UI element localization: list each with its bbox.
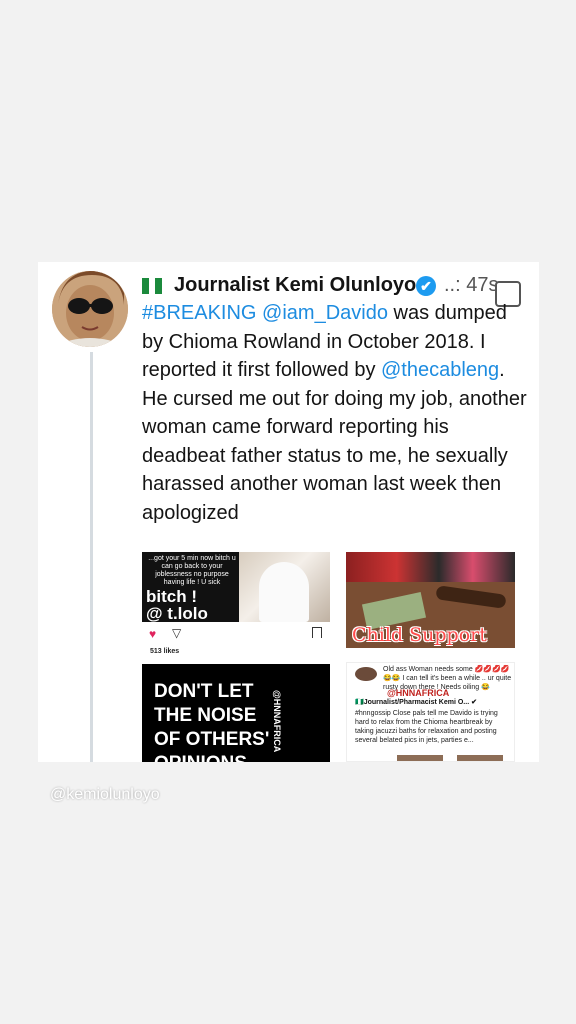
author-name[interactable]: Journalist Kemi Olunloyo (174, 274, 416, 297)
bookmark-icon (312, 627, 322, 638)
tweet-text: #BREAKING @iam_Davido was dumped by Chio… (142, 299, 527, 527)
media-image-3[interactable]: DON'T LET THE NOISE OF OTHERS' OPINIONS … (142, 664, 330, 762)
thread-line (90, 352, 93, 762)
text-segment: . He cursed me out for doing my job, ano… (142, 359, 527, 524)
image3-line3: OF OTHERS' (154, 729, 270, 750)
image1-big-text: bitch ! @ t.lolo (146, 588, 208, 622)
image1-photo (239, 552, 330, 622)
media-image-4[interactable]: Old ass Woman needs some 💋💋💋💋 😂😂 I can t… (346, 662, 515, 762)
nigeria-flag-icon (142, 278, 163, 294)
image1-big-line2: @ t.lolo (146, 604, 208, 622)
tweet-timestamp: ..: 47s (444, 274, 499, 296)
image4-avatar (355, 667, 377, 681)
image4-thumbnail (397, 755, 443, 761)
image4-brand: @HNNAFRICA (387, 688, 450, 698)
image3-text: DON'T LET THE NOISE OF OTHERS' OPINIONS (154, 680, 269, 762)
image3-line4: OPINIONS (154, 752, 269, 762)
mention-davido[interactable]: @iam_Davido (262, 302, 388, 324)
hashtag-breaking[interactable]: #BREAKING (142, 302, 256, 324)
media-image-1[interactable]: ...got your 5 min now bitch u can go bac… (142, 552, 330, 622)
image3-watermark: @HNNAFRICA (272, 690, 282, 753)
verified-icon: ✔ (416, 276, 436, 296)
tweet-card[interactable]: Journalist Kemi Olunloyo ✔ ..: 47s #BREA… (38, 262, 539, 762)
image4-source: 🇳🇬Journalist/Pharmacist Kemi O... ✔ (355, 699, 477, 706)
image3-line2: THE NOISE (154, 705, 257, 726)
image1-small-text: ...got your 5 min now bitch u can go bac… (148, 555, 236, 586)
media-image-2[interactable]: Child Support (346, 552, 515, 648)
image1-action-row: ♥ ▽ 513 likes (142, 624, 330, 660)
mention-thecableng[interactable]: @thecableng (381, 359, 499, 381)
image3-line1: DON'T LET (154, 681, 254, 702)
likes-count: 513 likes (150, 648, 180, 655)
account-handle: @kemiolunloyo (50, 786, 160, 803)
heart-icon: ♥ (149, 627, 157, 641)
image4-body: #hnngossip Close pals tell me Davido is … (355, 710, 498, 744)
image1-big-line1: bitch ! (146, 587, 197, 606)
image2-photo-strip (346, 552, 515, 582)
image2-gavel (435, 585, 507, 609)
author-avatar[interactable] (52, 271, 128, 347)
image2-label: Child Support (352, 624, 487, 646)
send-icon: ▽ (172, 626, 182, 640)
image4-thumbnail (457, 755, 503, 761)
